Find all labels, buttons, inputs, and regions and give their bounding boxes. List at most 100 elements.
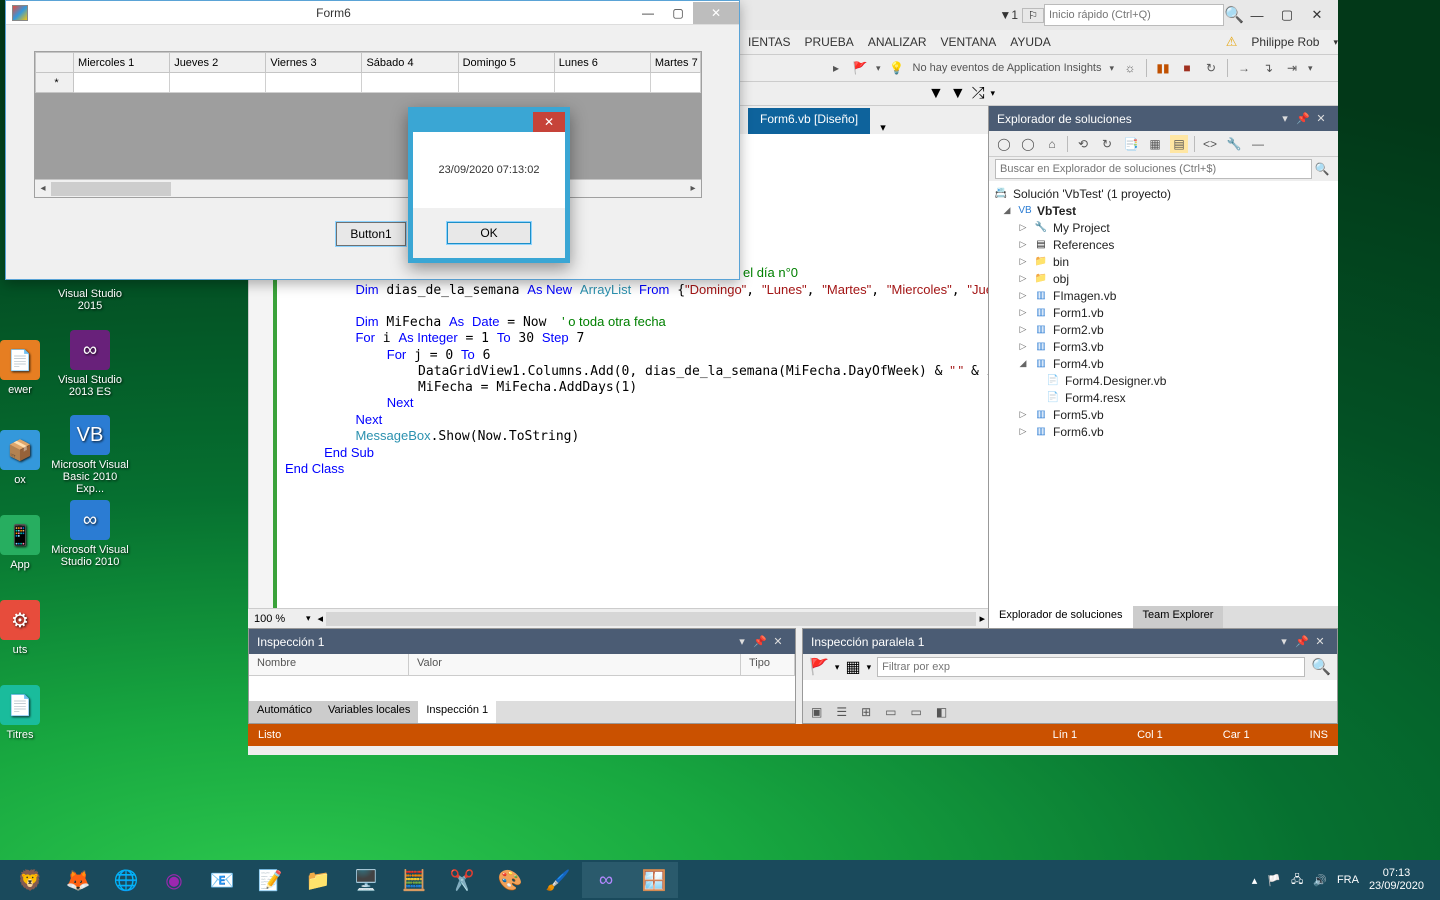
scroll-thumb[interactable] xyxy=(51,182,171,196)
close-icon[interactable]: ✕ xyxy=(1302,4,1332,26)
flag-icon[interactable]: ⚐ xyxy=(1022,8,1044,23)
maximize-icon[interactable]: ▢ xyxy=(663,2,693,24)
solution-tree[interactable]: 📇Solución 'VbTest' (1 proyecto) ◢VBVbTes… xyxy=(989,181,1338,606)
desktop-icon-vs2013[interactable]: ∞Visual Studio 2013 ES xyxy=(50,330,130,398)
tray-language[interactable]: FRA xyxy=(1337,874,1359,886)
dropdown-icon[interactable]: ▾ xyxy=(1276,112,1294,125)
flag-icon[interactable]: 🚩 xyxy=(809,657,829,677)
taskbar-app-outlook[interactable]: 📧 xyxy=(198,862,246,898)
taskbar-app-brave[interactable]: 🦁 xyxy=(6,862,54,898)
showall-icon[interactable]: ▦ xyxy=(1146,135,1164,153)
tray-flag-icon[interactable]: 🏳️ xyxy=(1267,874,1281,887)
desktop-icon[interactable]: ⚙uts xyxy=(0,600,60,656)
taskbar-app-explorer[interactable]: 📁 xyxy=(294,862,342,898)
menu-item[interactable]: IENTAS xyxy=(748,35,790,49)
desktop-icon[interactable]: 📄Titres xyxy=(0,685,60,741)
dropdown-icon[interactable]: ▾ xyxy=(991,88,996,99)
row-header-corner[interactable] xyxy=(36,53,74,73)
taskbar-app-paint[interactable]: 🎨 xyxy=(486,862,534,898)
col-name[interactable]: Nombre xyxy=(249,654,409,675)
tab-team-explorer[interactable]: Team Explorer xyxy=(1133,606,1224,628)
code-icon[interactable]: <> xyxy=(1201,135,1219,153)
new-row-indicator[interactable]: * xyxy=(36,73,74,93)
col-type[interactable]: Tipo xyxy=(741,654,795,675)
stop-icon[interactable]: ■ xyxy=(1179,60,1195,76)
watch-tab[interactable]: Automático xyxy=(249,701,320,723)
collapse-icon[interactable]: 📑 xyxy=(1122,135,1140,153)
scroll-left-icon[interactable]: ◂ xyxy=(315,612,327,625)
column-header[interactable]: Lunes 6 xyxy=(554,53,650,73)
button1[interactable]: Button1 xyxy=(336,222,406,246)
panel-icon[interactable]: ▭ xyxy=(911,705,922,719)
notification-funnel-icon[interactable]: ▼1 xyxy=(999,8,1018,22)
insights-label[interactable]: No hay eventos de Application Insights xyxy=(913,62,1102,74)
messagebox-titlebar[interactable]: ✕ xyxy=(413,112,565,132)
pin-icon[interactable]: 📌 xyxy=(1294,112,1312,125)
tray-network-icon[interactable]: 🖧 xyxy=(1291,871,1303,890)
parallel-header[interactable]: Inspección paralela 1▾📌✕ xyxy=(803,629,1337,654)
flag-marker-icon[interactable]: 🚩 xyxy=(852,60,868,76)
minus-icon[interactable]: — xyxy=(1249,135,1267,153)
properties-icon[interactable]: ▤ xyxy=(1170,135,1188,153)
panel-icon[interactable]: ◧ xyxy=(936,705,947,719)
menu-item[interactable]: PRUEBA xyxy=(804,35,853,49)
desktop-icon-vs2010[interactable]: ∞Microsoft Visual Studio 2010 xyxy=(50,500,130,568)
maximize-icon[interactable]: ▢ xyxy=(1272,4,1302,26)
back-icon[interactable]: ◯ xyxy=(995,135,1013,153)
lightbulb-icon[interactable]: 💡 xyxy=(889,60,905,76)
taskbar-clock[interactable]: 07:13 23/09/2020 xyxy=(1369,867,1424,893)
menu-item[interactable]: VENTANA xyxy=(941,35,997,49)
col-value[interactable]: Valor xyxy=(409,654,741,675)
quick-launch-input[interactable] xyxy=(1044,4,1224,26)
tab-solution-explorer[interactable]: Explorador de soluciones xyxy=(989,606,1133,628)
document-tab[interactable]: Form6.vb [Diseño] xyxy=(748,108,870,134)
form6-titlebar[interactable]: Form6 — ▢ ✕ xyxy=(6,1,739,25)
taskbar-app-notepad[interactable]: 📝 xyxy=(246,862,294,898)
close-icon[interactable]: ✕ xyxy=(693,2,739,24)
parallel-filter-input[interactable] xyxy=(877,657,1305,677)
taskbar-app-calc[interactable]: 🧮 xyxy=(390,862,438,898)
taskbar-app-vs[interactable]: ∞ xyxy=(582,862,630,898)
refresh-icon[interactable]: ↻ xyxy=(1098,135,1116,153)
step-icon[interactable]: → xyxy=(1236,60,1252,76)
close-icon[interactable]: ✕ xyxy=(533,112,565,132)
watch-tab[interactable]: Inspección 1 xyxy=(418,701,496,723)
system-tray[interactable]: ▴ 🏳️ 🖧 🔊 FRA 07:13 23/09/2020 xyxy=(1252,867,1434,893)
step-icon[interactable]: ↴ xyxy=(1260,60,1276,76)
pause-icon[interactable]: ▮▮ xyxy=(1155,60,1171,76)
column-header[interactable]: Domingo 5 xyxy=(458,53,554,73)
minimize-icon[interactable]: — xyxy=(633,2,663,24)
tool-icon[interactable]: ▸ xyxy=(828,60,844,76)
taskbar-app-snip[interactable]: ✂️ xyxy=(438,862,486,898)
shuffle-icon[interactable]: ⤮ xyxy=(972,85,985,103)
panel-icon[interactable]: ▣ xyxy=(811,705,822,719)
horizontal-scrollbar[interactable]: ◂ ▸ xyxy=(35,179,701,197)
filter-icon[interactable]: ▼ xyxy=(950,85,966,103)
panel-icon[interactable]: ▭ xyxy=(885,705,896,719)
datagridview[interactable]: Miercoles 1 Jueves 2 Viernes 3 Sábado 4 … xyxy=(34,51,702,198)
taskbar-app-firefox[interactable]: 🦊 xyxy=(54,862,102,898)
solution-search-input[interactable] xyxy=(995,159,1312,179)
user-label[interactable]: Philippe Rob xyxy=(1251,35,1319,49)
taskbar-app[interactable]: 🖥️ xyxy=(342,862,390,898)
taskbar-app-form[interactable]: 🪟 xyxy=(630,862,678,898)
menu-item[interactable]: AYUDA xyxy=(1010,35,1050,49)
column-header[interactable]: Viernes 3 xyxy=(266,53,362,73)
taskbar-app-chrome[interactable]: 🌐 xyxy=(102,862,150,898)
restart-icon[interactable]: ↻ xyxy=(1203,60,1219,76)
watch-header[interactable]: Inspección 1▾📌✕ xyxy=(249,629,795,654)
step-icon[interactable]: ⇥ xyxy=(1284,60,1300,76)
panel-icon[interactable]: ⊞ xyxy=(861,705,871,719)
scroll-right-icon[interactable]: ▸ xyxy=(976,612,988,625)
scroll-left-icon[interactable]: ◂ xyxy=(35,183,51,194)
desktop-icon-vs2015[interactable]: Visual Studio 2015 xyxy=(50,288,130,312)
column-header[interactable]: Martes 7 xyxy=(650,53,700,73)
minimize-icon[interactable]: — xyxy=(1242,4,1272,26)
ok-button[interactable]: OK xyxy=(447,222,531,244)
filter-icon[interactable]: ▼ xyxy=(928,85,944,103)
home-icon[interactable]: ⌂ xyxy=(1043,135,1061,153)
search-icon[interactable]: 🔍 xyxy=(1312,162,1332,176)
light-icon[interactable]: ☼ xyxy=(1122,60,1138,76)
taskbar-app[interactable]: 🖌️ xyxy=(534,862,582,898)
zoom-value[interactable]: 100 % xyxy=(248,613,302,625)
